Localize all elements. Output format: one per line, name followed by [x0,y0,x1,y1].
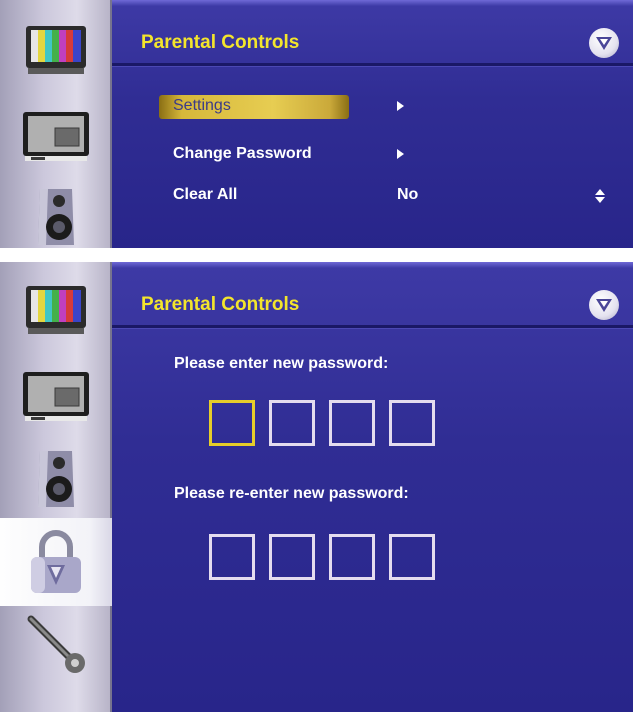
tv-color-bars-icon[interactable] [14,14,98,86]
password-panel: Parental Controls Please enter new passw… [112,262,633,712]
arrow-right-icon[interactable] [397,149,404,159]
page-title: Parental Controls [141,294,300,315]
sidebar [0,0,112,248]
reenter-password-digit-1[interactable] [209,534,255,580]
new-password-digit-1[interactable] [209,400,255,446]
sidebar [0,262,112,712]
new-password-digit-4[interactable] [389,400,435,446]
new-password-prompt: Please enter new password: [174,355,389,372]
change-password-screen: Parental Controls Please enter new passw… [0,262,633,712]
new-password-digit-2[interactable] [269,400,315,446]
reenter-password-digit-2[interactable] [269,534,315,580]
clear-all-value[interactable]: No [397,186,418,204]
panel-header: Parental Controls [112,268,633,328]
vizio-logo-icon [589,290,619,320]
up-down-arrow-icon[interactable] [594,188,606,204]
vizio-logo-icon [589,28,619,58]
panel-header: Parental Controls [112,6,633,66]
tv-picture-icon[interactable] [14,360,98,432]
tv-picture-icon[interactable] [14,100,98,172]
speaker-icon[interactable] [14,180,98,248]
menu-panel: Parental Controls Settings Change Passwo… [112,0,633,248]
tv-color-bars-icon[interactable] [14,274,98,346]
reenter-password-digit-3[interactable] [329,534,375,580]
padlock-icon[interactable] [0,518,112,606]
speaker-icon[interactable] [14,442,98,514]
wrench-icon[interactable] [14,608,98,680]
menu-item-clear-all[interactable]: Clear All [173,186,237,204]
menu-item-settings[interactable]: Settings [173,97,231,115]
page-title: Parental Controls [141,32,300,53]
arrow-right-icon[interactable] [397,101,404,111]
reenter-password-digit-4[interactable] [389,534,435,580]
settings-menu-screen: Parental Controls Settings Change Passwo… [0,0,633,248]
menu-item-change-password[interactable]: Change Password [173,145,312,163]
reenter-password-prompt: Please re-enter new password: [174,485,409,502]
new-password-digit-3[interactable] [329,400,375,446]
